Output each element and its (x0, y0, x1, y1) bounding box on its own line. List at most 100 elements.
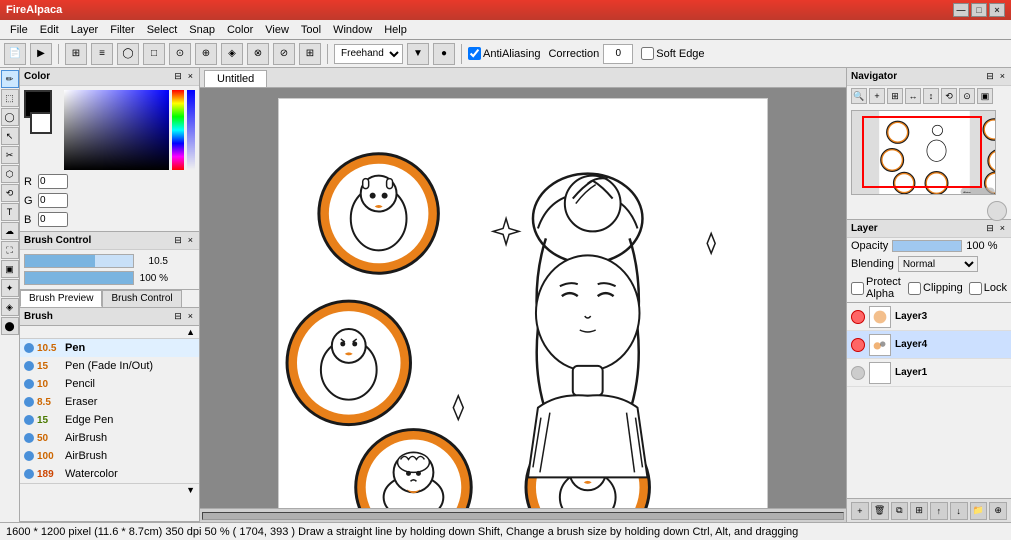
circle-btn[interactable]: ◯ (117, 43, 139, 65)
layer-merge-btn[interactable]: ⊞ (910, 502, 928, 520)
layer-item-layer4[interactable]: Layer4 (847, 331, 1011, 359)
minimize-btn[interactable]: — (953, 3, 969, 17)
correction-input[interactable] (603, 44, 633, 64)
brush-item-pencil[interactable]: 10 Pencil (20, 375, 199, 393)
brush-list-float-btn[interactable]: ⊟ (172, 311, 184, 322)
protect-alpha-checkbox[interactable] (851, 282, 864, 295)
anti-aliasing-checkbox[interactable] (468, 47, 481, 60)
tool-rotate[interactable]: ⟲ (1, 184, 19, 202)
layer-item-layer3[interactable]: Layer3 (847, 303, 1011, 331)
layer-item-layer1[interactable]: Layer1 (847, 359, 1011, 387)
nav-reset-btn[interactable]: ⊙ (959, 88, 975, 104)
layer-up-btn[interactable]: ↑ (930, 502, 948, 520)
tool-lasso[interactable]: ⛶ (1, 241, 19, 259)
tool8-btn[interactable]: ⊗ (247, 43, 269, 65)
menu-view[interactable]: View (259, 22, 295, 38)
tool6-btn[interactable]: ⊕ (195, 43, 217, 65)
tab-brush-preview[interactable]: Brush Preview (20, 290, 102, 307)
menu-file[interactable]: File (4, 22, 34, 38)
lock-checkbox[interactable] (969, 282, 982, 295)
color-gradient-picker[interactable] (64, 90, 169, 170)
tool-cut[interactable]: ✂ (1, 146, 19, 164)
brush-scroll-down-btn[interactable]: ▼ (186, 485, 195, 495)
brush-list-close-btn[interactable]: × (186, 311, 195, 322)
nav-fit-btn[interactable]: ⊞ (887, 88, 903, 104)
tool-select[interactable]: ⬚ (1, 89, 19, 107)
color-alpha-slider[interactable] (187, 90, 195, 170)
brush-item-watercolor[interactable]: 189 Watercolor (20, 465, 199, 483)
clipping-check[interactable]: Clipping (908, 282, 963, 295)
layer-folder-btn[interactable]: 📁 (970, 502, 988, 520)
tool-arrow[interactable]: ↖ (1, 127, 19, 145)
soft-edge-check[interactable]: Soft Edge (641, 47, 704, 60)
brush-item-edge-pen[interactable]: 15 Edge Pen (20, 411, 199, 429)
protect-alpha-check[interactable]: Protect Alpha (851, 276, 902, 300)
rgb-g-input[interactable]: 0 (38, 193, 68, 208)
layer-delete-btn[interactable]: 🗑 (871, 502, 889, 520)
tool-frame[interactable]: ◈ (1, 298, 19, 316)
layer-blend-select[interactable]: Normal (898, 256, 978, 272)
menu-filter[interactable]: Filter (104, 22, 140, 38)
brush-scroll-up-btn[interactable]: ▲ (186, 327, 195, 337)
canvas-scrollbar-horizontal[interactable] (200, 508, 846, 522)
close-btn[interactable]: × (989, 3, 1005, 17)
tool5-btn[interactable]: ⊙ (169, 43, 191, 65)
layer-eye-layer4[interactable] (851, 338, 865, 352)
scrollbar-track[interactable] (202, 512, 844, 520)
rgb-b-input[interactable]: 0 (38, 212, 68, 227)
layer-duplicate-btn[interactable]: ⧉ (891, 502, 909, 520)
tool-fill[interactable]: ⬡ (1, 165, 19, 183)
nav-zoom-in-btn[interactable]: + (869, 88, 885, 104)
nav-rotate-btn[interactable]: ⟲ (941, 88, 957, 104)
nav-flip-h-btn[interactable]: ↔ (905, 88, 921, 104)
color-hue-slider[interactable] (172, 90, 184, 170)
navigator-preview[interactable]: #Emina (851, 110, 996, 195)
layer-panel-float-btn[interactable]: ⊟ (984, 223, 996, 234)
tool-star[interactable]: ✦ (1, 279, 19, 297)
brush-control-float-btn[interactable]: ⊟ (172, 235, 184, 246)
mode-extra-btn[interactable]: ● (433, 43, 455, 65)
menu-snap[interactable]: Snap (183, 22, 221, 38)
layer-down-btn[interactable]: ↓ (950, 502, 968, 520)
brush-control-close-btn[interactable]: × (186, 235, 195, 246)
nav-zoom-out-btn[interactable]: 🔍 (851, 88, 867, 104)
soft-edge-checkbox[interactable] (641, 47, 654, 60)
mode-dropdown-btn[interactable]: ▼ (407, 43, 429, 65)
brush-item-airbrush-100[interactable]: 100 AirBrush (20, 447, 199, 465)
menu-tool[interactable]: Tool (295, 22, 327, 38)
brush-size-track[interactable] (24, 254, 134, 268)
menu-help[interactable]: Help (378, 22, 413, 38)
maximize-btn[interactable]: □ (971, 3, 987, 17)
navigator-close-btn[interactable]: × (998, 71, 1007, 82)
menu-color[interactable]: Color (221, 22, 259, 38)
play-btn[interactable]: ▶ (30, 43, 52, 65)
menu-window[interactable]: Window (327, 22, 378, 38)
menu-edit[interactable]: Edit (34, 22, 65, 38)
tool-text[interactable]: T (1, 203, 19, 221)
background-swatch[interactable] (30, 112, 52, 134)
layer-opacity-track[interactable] (892, 240, 962, 252)
square-btn[interactable]: □ (143, 43, 165, 65)
tool7-btn[interactable]: ◈ (221, 43, 243, 65)
menu-select[interactable]: Select (141, 22, 184, 38)
menu-layer[interactable]: Layer (65, 22, 105, 38)
brush-item-pen[interactable]: 10.5 Pen (20, 339, 199, 357)
anti-aliasing-check[interactable]: AntiAliasing (468, 47, 540, 60)
color-panel-float-btn[interactable]: ⊟ (172, 71, 184, 82)
layer-group-btn[interactable]: ⊕ (989, 502, 1007, 520)
layer-eye-layer3[interactable] (851, 310, 865, 324)
clipping-checkbox[interactable] (908, 282, 921, 295)
brush-item-airbrush-50[interactable]: 50 AirBrush (20, 429, 199, 447)
brush-mode-select[interactable]: Freehand (334, 44, 403, 64)
lines-btn[interactable]: ≡ (91, 43, 113, 65)
tool9-btn[interactable]: ⊘ (273, 43, 295, 65)
lock-check[interactable]: Lock (969, 282, 1007, 295)
canvas-viewport[interactable]: uhh... #Emina (200, 88, 846, 508)
tool-eyedrop[interactable]: ▣ (1, 260, 19, 278)
tool-shape[interactable]: ◯ (1, 108, 19, 126)
grid-btn[interactable]: ⊞ (65, 43, 87, 65)
tool10-btn[interactable]: ⊞ (299, 43, 321, 65)
nav-flip-v-btn[interactable]: ↕ (923, 88, 939, 104)
new-file-btn[interactable]: 📄 (4, 43, 26, 65)
rgb-r-input[interactable]: 0 (38, 174, 68, 189)
